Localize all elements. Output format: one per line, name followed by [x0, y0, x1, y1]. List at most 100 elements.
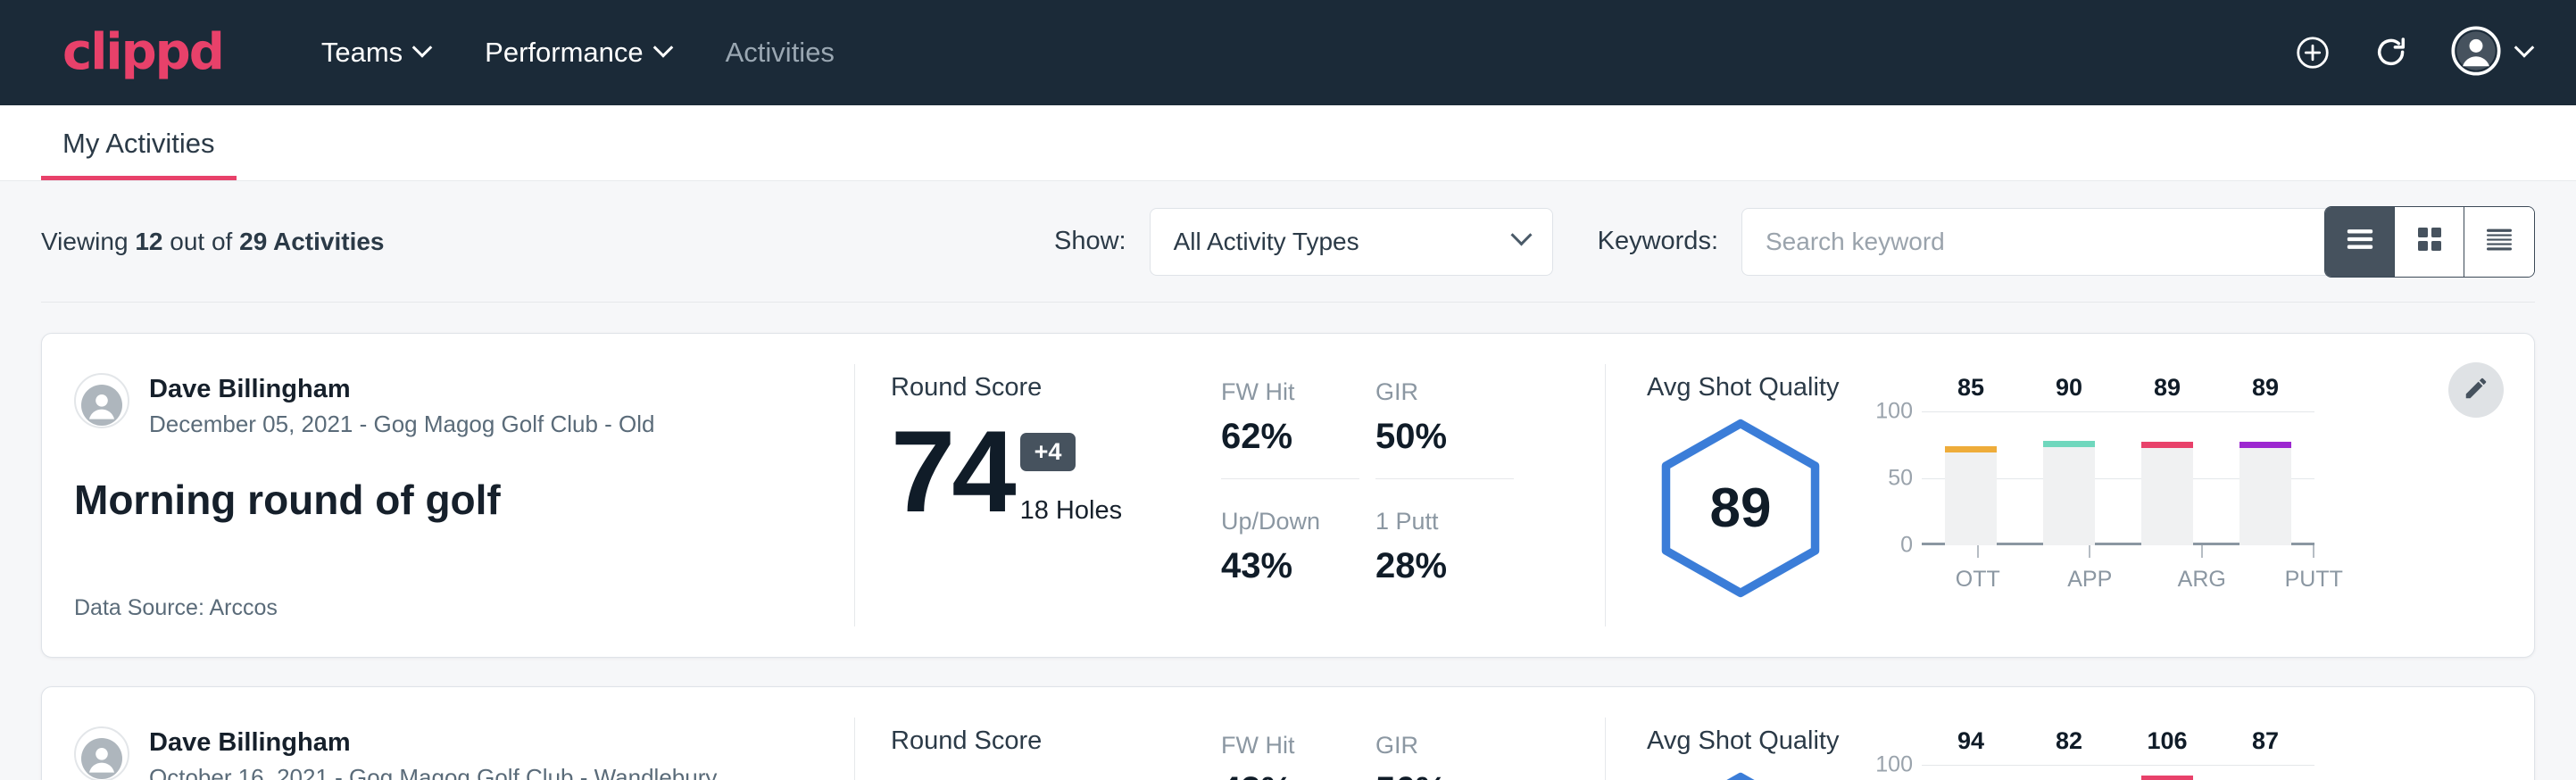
- hexagon-shape: [1656, 770, 1825, 780]
- stat-gir-label: GIR: [1375, 726, 1514, 765]
- chart-x-axis: OTT APP ARG: [1922, 545, 2370, 593]
- round-score-block: Round Score 74 +4 18 Holes: [855, 334, 1221, 657]
- clippd-logo[interactable]: clippd: [62, 28, 223, 78]
- avatar: [74, 373, 129, 428]
- chart-y-axis: 100 50 0: [1866, 411, 1922, 545]
- activity-list: Dave Billingham December 05, 2021 - Gog …: [41, 303, 2535, 780]
- bar-arg-value: 89: [2154, 374, 2181, 442]
- activity-author: Dave Billingham December 05, 2021 - Gog …: [74, 373, 854, 442]
- search-input[interactable]: [1741, 208, 2357, 276]
- compact-view-button[interactable]: [2464, 207, 2534, 277]
- user-menu[interactable]: [2451, 26, 2531, 80]
- avg-shot-quality-block: Avg Shot Quality 100: [1606, 687, 2534, 780]
- bar-ott-value: 94: [1957, 727, 1984, 780]
- activity-card[interactable]: Dave Billingham October 16, 2021 - Gog M…: [41, 686, 2535, 780]
- bar-ott-value: 85: [1957, 374, 1984, 446]
- avatar: [74, 726, 129, 780]
- player-name: Dave Billingham: [149, 373, 655, 405]
- plus-circle-icon[interactable]: [2294, 34, 2331, 71]
- activity-summary: Dave Billingham December 05, 2021 - Gog …: [42, 334, 854, 657]
- y-tick-100: 100: [1875, 752, 1913, 778]
- filter-controls: Show: All Activity Types Keywords:: [1054, 208, 2357, 276]
- stat-up-down-label: Up/Down: [1221, 502, 1359, 541]
- stat-one-putt-label: 1 Putt: [1375, 502, 1514, 541]
- viewing-middle: out of: [170, 228, 232, 255]
- avg-shot-quality-block: Avg Shot Quality 89 100: [1606, 334, 2534, 657]
- stat-fw-hit: FW Hit 43%: [1221, 726, 1359, 780]
- bar-putt-cap: [2239, 442, 2291, 448]
- y-tick-50: 50: [1888, 466, 1913, 492]
- nav-item-activities-label: Activities: [726, 37, 835, 69]
- tick-mark: [2089, 545, 2090, 558]
- bar-ott: 85: [1922, 411, 2020, 545]
- tab-my-activities[interactable]: My Activities: [41, 128, 237, 180]
- round-score-label: Round Score: [891, 726, 1221, 756]
- tab-bar: My Activities: [0, 105, 2576, 181]
- bar-arg-value: 106: [2147, 727, 2187, 776]
- tab-my-activities-label: My Activities: [62, 128, 215, 159]
- nav-item-performance[interactable]: Performance: [485, 37, 669, 69]
- page-body: Viewing 12 out of 29 Activities Show: Al…: [0, 181, 2576, 780]
- activity-author: Dave Billingham October 16, 2021 - Gog M…: [74, 726, 854, 780]
- x-label-putt: PUTT: [2285, 567, 2343, 593]
- shot-quality-hexagon: [1647, 765, 1834, 780]
- bar-putt: 89: [2216, 411, 2314, 545]
- nav-item-teams[interactable]: Teams: [321, 37, 429, 69]
- bar-ott: 94: [1922, 765, 2020, 780]
- chevron-down-icon: [412, 37, 433, 58]
- bar-app-value: 82: [2056, 727, 2082, 780]
- viewing-count-text: Viewing 12 out of 29 Activities: [41, 228, 385, 256]
- chevron-down-icon: [2514, 37, 2535, 58]
- round-score-label: Round Score: [891, 373, 1221, 402]
- round-score-value: 74: [891, 419, 1013, 526]
- bar-ott-rect: [1945, 446, 1997, 545]
- holes-label: 18 Holes: [1020, 496, 1122, 526]
- view-mode-toggle: [2324, 206, 2535, 278]
- edit-activity-button[interactable]: [2448, 362, 2504, 418]
- activity-data-source: Data Source: Arccos: [74, 595, 854, 621]
- x-tick-putt: PUTT: [2258, 545, 2371, 593]
- bar-app: 82: [2020, 765, 2118, 780]
- bar-putt-value: 87: [2252, 727, 2279, 780]
- round-stats-grid: FW Hit 62% GIR 50% Up/Down 43% 1 Putt 28…: [1221, 334, 1605, 657]
- activity-summary: Dave Billingham October 16, 2021 - Gog M…: [42, 687, 854, 780]
- round-score-block: Round Score: [855, 687, 1221, 780]
- navbar-actions: [2294, 26, 2531, 80]
- stat-gir-value: 56%: [1375, 770, 1514, 780]
- bar-arg-rect: [2141, 442, 2193, 545]
- refresh-icon[interactable]: [2372, 34, 2410, 71]
- stat-fw-hit-value: 43%: [1221, 770, 1359, 780]
- activity-meta: December 05, 2021 - Gog Magog Golf Club …: [149, 407, 655, 442]
- keywords-label: Keywords:: [1598, 227, 1718, 256]
- activity-type-select[interactable]: All Activity Types: [1150, 208, 1553, 276]
- stat-fw-hit-value: 62%: [1221, 417, 1359, 457]
- chart-plot-area: 94 82: [1922, 765, 2314, 780]
- stat-fw-hit: FW Hit 62%: [1221, 373, 1359, 479]
- nav-item-activities[interactable]: Activities: [726, 37, 835, 69]
- list-view-button[interactable]: [2325, 207, 2395, 277]
- chevron-down-icon: [1510, 224, 1532, 245]
- activity-card[interactable]: Dave Billingham December 05, 2021 - Gog …: [41, 333, 2535, 658]
- stat-gir-label: GIR: [1375, 373, 1514, 411]
- bar-arg-cap: [2141, 776, 2193, 780]
- activity-type-select-value: All Activity Types: [1174, 228, 1359, 256]
- bar-arg: 89: [2118, 411, 2216, 545]
- shot-quality-bar-chart: 100 50 0 94: [1866, 765, 2370, 780]
- avg-shot-quality-label: Avg Shot Quality: [1647, 726, 2534, 756]
- bar-putt-rect: [2239, 442, 2291, 545]
- chart-y-axis: 100 50 0: [1866, 765, 1922, 780]
- score-to-par-badge: +4: [1020, 433, 1076, 471]
- chevron-down-icon: [652, 37, 673, 58]
- primary-nav: Teams Performance Activities: [321, 37, 835, 69]
- grid-view-button[interactable]: [2395, 207, 2464, 277]
- bar-putt-value: 89: [2252, 374, 2279, 442]
- stat-one-putt-value: 28%: [1375, 546, 1514, 586]
- bar-app-rect: [2043, 441, 2095, 545]
- stat-fw-hit-label: FW Hit: [1221, 373, 1359, 411]
- player-name: Dave Billingham: [149, 726, 717, 759]
- stat-up-down-value: 43%: [1221, 546, 1359, 586]
- grid-view-icon: [2412, 221, 2447, 261]
- chart-plot-area: 85 90: [1922, 411, 2314, 545]
- x-tick-arg: ARG: [2146, 545, 2258, 593]
- bar-app-value: 90: [2056, 374, 2082, 441]
